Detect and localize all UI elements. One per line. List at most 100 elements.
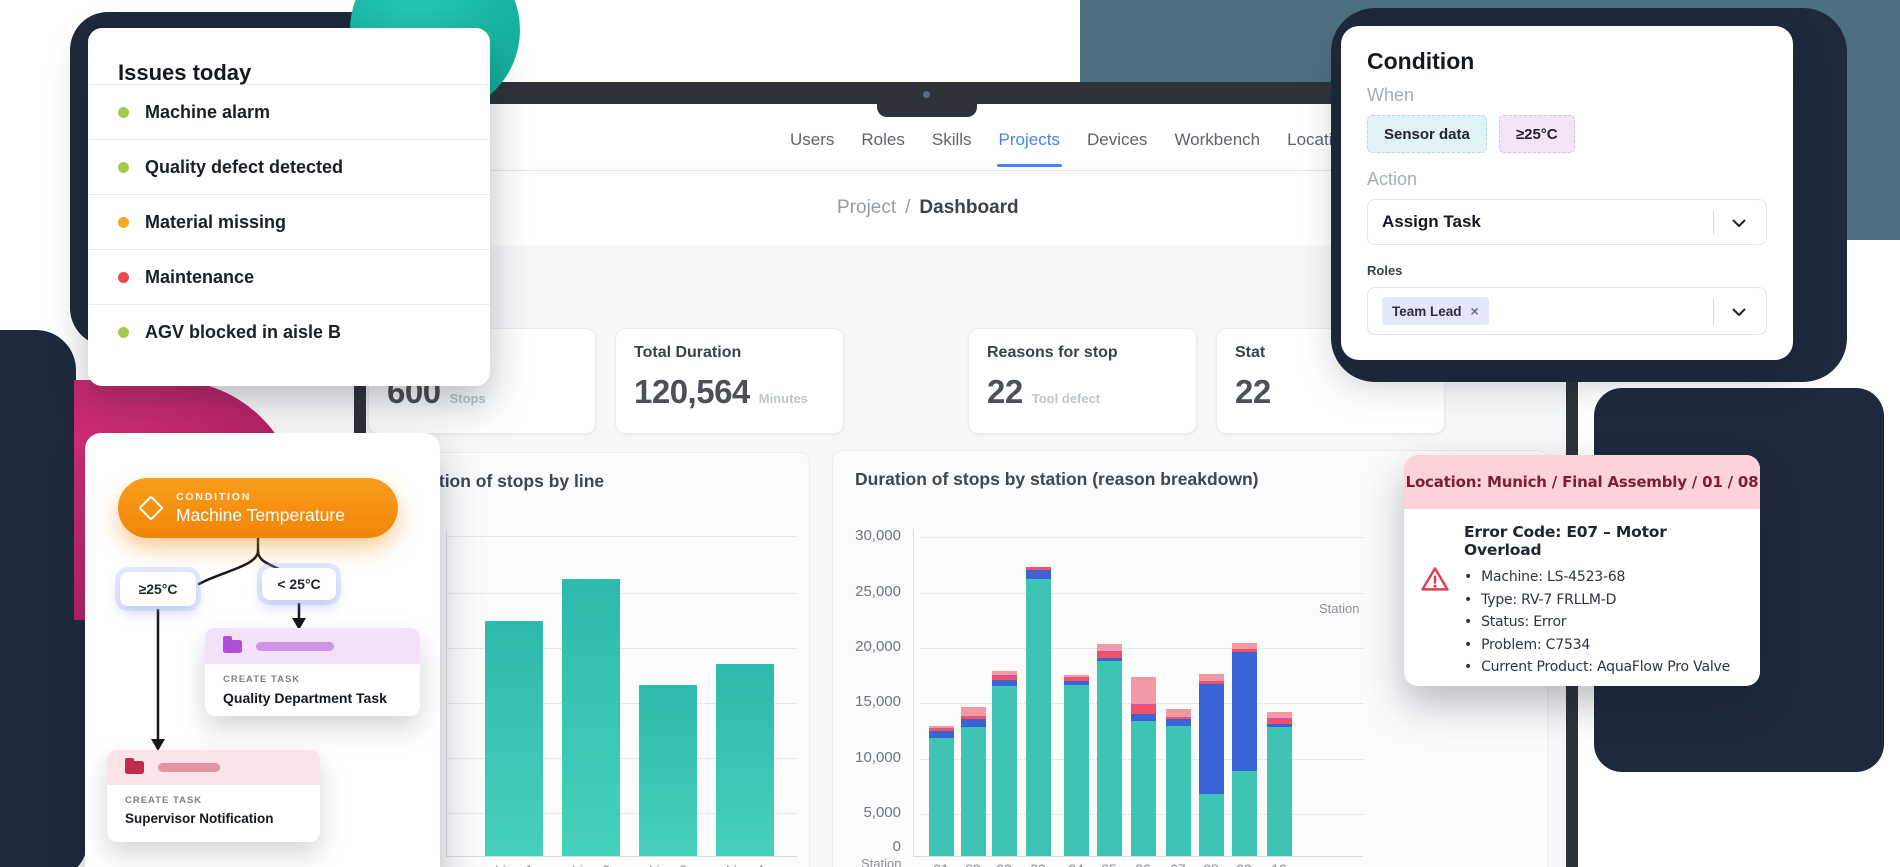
action-value: Assign Task (1382, 212, 1481, 231)
issue-row[interactable]: AGV blocked in aisle B (88, 304, 490, 359)
select-divider (1713, 299, 1714, 325)
segment-blue (1130, 713, 1156, 721)
stat-card-total-duration: Total Duration 120,564 Minutes (615, 328, 844, 434)
error-detail-item: Problem: C7534 (1464, 634, 1746, 657)
segment-red (1130, 705, 1156, 714)
status-dot (118, 216, 129, 228)
status-dot (118, 271, 129, 283)
status-dot (118, 326, 129, 338)
segment-base (1063, 684, 1089, 856)
issue-row[interactable]: Maintenance (88, 249, 490, 304)
task-header (107, 750, 320, 785)
bar-line-2 (562, 579, 620, 856)
action-select[interactable]: Assign Task (1367, 199, 1767, 245)
error-detail-item: Machine: LS-4523-68 (1464, 566, 1746, 589)
error-detail-item: Status: Error (1464, 611, 1746, 634)
task-placeholder-bar (158, 763, 220, 772)
x-tick-label: Line 2 (552, 862, 630, 867)
camera-notch (877, 104, 977, 117)
issue-label: AGV blocked in aisle B (145, 321, 342, 342)
x-tick-label: 07 (1163, 861, 1193, 867)
y-tick-label: 15,000 (855, 693, 901, 710)
issues-panel: Issues today Machine alarm Quality defect… (88, 28, 490, 386)
x-axis-name-corner: Station (861, 856, 902, 867)
decor-navy-bottom-left (0, 620, 88, 867)
x-tick-label: 03 (989, 861, 1019, 867)
issue-label: Material missing (145, 211, 287, 232)
segment-base (1130, 720, 1156, 856)
node-title: Machine Temperature (176, 504, 345, 525)
segment-base (1266, 727, 1292, 856)
error-detail-item: Current Product: AquaFlow Pro Valve (1464, 656, 1746, 679)
bar-line-1 (485, 621, 543, 856)
task-placeholder-bar (256, 641, 334, 651)
location-header: Location: Munich / Final Assembly / 01 /… (1404, 455, 1760, 509)
segment-base (991, 685, 1017, 856)
x-tick-label: Line 3 (629, 862, 707, 867)
error-title: Error Code: E07 – Motor Overload (1464, 523, 1667, 559)
breadcrumb-section[interactable]: Project (837, 197, 896, 219)
segment-base (928, 737, 954, 856)
branch-chip-lt25[interactable]: < 25°C (262, 568, 336, 600)
chevron-down-icon[interactable] (1732, 219, 1746, 228)
warning-icon (1420, 523, 1450, 679)
nav-item-devices[interactable]: Devices (1087, 130, 1147, 150)
x-tick-label: 04 (1061, 861, 1091, 867)
stat-title: Reasons for stop (987, 344, 1118, 361)
nav-item-roles[interactable]: Roles (861, 130, 904, 150)
sensor-data-chip[interactable]: Sensor data (1367, 115, 1487, 153)
page-canvas: Users Roles Skills Projects Devices Workbench… (0, 0, 1900, 867)
breadcrumb: Project / Dashboard (837, 197, 1019, 219)
task-node-supervisor[interactable]: CREATE TASK Supervisor Notification (107, 750, 320, 842)
stat-value: 120,564 (634, 373, 750, 410)
stacked-bar-station-08 (1198, 674, 1224, 856)
y-tick-label: 20,000 (855, 638, 901, 655)
stacked-bar-station-06 (1130, 677, 1156, 856)
folder-icon (223, 636, 242, 653)
y-tick-label: 10,000 (855, 749, 901, 766)
breadcrumb-page: Dashboard (919, 197, 1019, 218)
stacked-bar-station-09 (1231, 643, 1257, 856)
condition-node[interactable]: CONDITION Machine Temperature (118, 478, 398, 538)
task-title: Supervisor Notification (125, 811, 274, 826)
folder-icon (125, 757, 144, 774)
nav-item-users[interactable]: Users (790, 130, 834, 150)
issue-row[interactable]: Quality defect detected (88, 139, 490, 194)
task-kind-label: CREATE TASK (125, 795, 203, 806)
nav-item-workbench[interactable]: Workbench (1174, 130, 1260, 150)
stat-unit: Tool defect (1031, 391, 1101, 406)
chart-title: Duration of stops by station (reason bre… (855, 469, 1259, 489)
camera-icon (923, 91, 930, 98)
role-chip-team-lead[interactable]: Team Lead × (1382, 297, 1489, 325)
status-dot (118, 106, 129, 118)
condition-panel: Condition When Sensor data ≥25°C Action … (1341, 26, 1793, 360)
status-dot (118, 161, 129, 173)
segment-blue (1165, 718, 1191, 727)
chevron-down-icon[interactable] (1732, 308, 1746, 317)
issue-row[interactable]: Machine alarm (88, 84, 490, 139)
x-tick-label: 08 (1196, 861, 1226, 867)
chart-stops-by-line: Duration of stops by line Line 1Line 2Li… (376, 452, 810, 867)
issues-title: Issues today (118, 60, 252, 85)
stacked-bar-station-10 (1266, 712, 1292, 856)
roles-select[interactable]: Team Lead × (1367, 287, 1767, 335)
remove-icon[interactable]: × (1471, 303, 1479, 319)
nav-item-projects[interactable]: Projects (996, 130, 1063, 167)
select-divider (1713, 211, 1714, 235)
segment-blue (1198, 683, 1224, 795)
stat-value: 22 (1235, 373, 1271, 410)
condition-title: Condition (1367, 48, 1475, 74)
issue-label: Machine alarm (145, 101, 271, 122)
stat-value: 22 (987, 373, 1023, 410)
diamond-icon (138, 495, 164, 521)
task-node-quality[interactable]: CREATE TASK Quality Department Task (205, 628, 420, 716)
issue-row[interactable]: Material missing (88, 194, 490, 249)
nav-item-skills[interactable]: Skills (932, 130, 972, 150)
temperature-chip[interactable]: ≥25°C (1498, 115, 1575, 153)
bar-line-3 (639, 685, 697, 856)
segment-pink (1130, 677, 1156, 704)
branch-chip-gte25[interactable]: ≥25°C (120, 572, 196, 606)
stacked-bar-station-04 (1063, 675, 1089, 856)
stacked-bar-station-03 (1025, 566, 1051, 856)
segment-base (1231, 770, 1257, 856)
